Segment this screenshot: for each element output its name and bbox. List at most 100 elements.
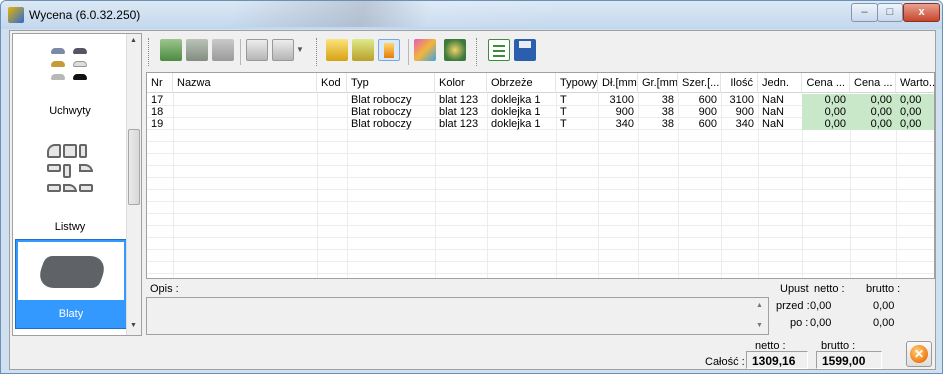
table-cell[interactable]: 38 <box>638 106 678 118</box>
column-header[interactable]: Ilość <box>721 73 758 93</box>
opis-field[interactable] <box>146 297 769 335</box>
table-cell[interactable]: 900 <box>721 106 758 118</box>
column-header[interactable]: Nazwa <box>173 73 317 93</box>
grid-line <box>147 189 934 190</box>
table-cell[interactable]: NaN <box>758 118 802 130</box>
close-button[interactable]: x <box>903 3 940 22</box>
column-header[interactable]: Szer.[... <box>678 73 721 93</box>
table-cell[interactable]: 0,00 <box>850 118 896 130</box>
table-cell[interactable]: 0,00 <box>802 118 850 130</box>
column-header[interactable]: Typowy <box>556 73 598 93</box>
column-header[interactable]: Kod <box>317 73 347 93</box>
table-cell[interactable]: 38 <box>638 94 678 106</box>
toolbar-separator-2 <box>408 39 409 65</box>
table-cell[interactable]: doklejka 1 <box>487 118 556 130</box>
table-cell[interactable] <box>317 94 347 106</box>
toolbar-grip-3[interactable] <box>476 38 479 66</box>
table-cell[interactable]: NaN <box>758 94 802 106</box>
print-menu-icon[interactable] <box>272 39 294 61</box>
column-header[interactable]: Warto... <box>896 73 934 93</box>
column-header[interactable]: Dł.[mm] <box>598 73 638 93</box>
table-cell[interactable]: blat 123 <box>435 118 487 130</box>
checklist-icon[interactable] <box>488 39 510 61</box>
category-palette[interactable]: Uchwyty Listwy Blaty ▲ ▼ <box>12 33 142 336</box>
table-cell[interactable]: 0,00 <box>802 106 850 118</box>
table-cell[interactable]: Blat roboczy <box>347 106 435 118</box>
column-header[interactable]: Typ <box>347 73 435 93</box>
table-cell[interactable] <box>173 94 317 106</box>
table-cell[interactable]: 900 <box>598 106 638 118</box>
table-cell[interactable]: 340 <box>598 118 638 130</box>
table-cell[interactable]: 38 <box>638 118 678 130</box>
colors-icon[interactable] <box>414 39 436 61</box>
column-header[interactable]: Kolor <box>435 73 487 93</box>
toolbar-grip-2[interactable] <box>316 38 319 66</box>
cancel-button[interactable]: ✕ <box>906 341 932 367</box>
column-header[interactable]: Obrzeże <box>487 73 556 93</box>
print-icon[interactable] <box>246 39 268 61</box>
column-header[interactable]: Cena ... <box>850 73 896 93</box>
table-cell[interactable]: 18 <box>147 106 173 118</box>
minimize-button[interactable]: – <box>851 3 878 22</box>
table-cell[interactable]: NaN <box>758 106 802 118</box>
delete-row-icon[interactable] <box>212 39 234 61</box>
table-cell[interactable]: 0,00 <box>896 94 934 106</box>
table-cell[interactable]: 0,00 <box>850 94 896 106</box>
category-uchwyty[interactable]: Uchwyty <box>13 34 127 134</box>
table-cell[interactable]: 17 <box>147 94 173 106</box>
chevron-down-icon[interactable]: ▼ <box>296 45 304 54</box>
table-cell[interactable]: Blat roboczy <box>347 94 435 106</box>
maximize-button[interactable]: □ <box>877 3 903 22</box>
table-row[interactable]: 18 Blat roboczy blat 123 doklejka 1 T 900 38 90… <box>147 106 934 118</box>
items-grid[interactable]: Nr Nazwa Kod Typ Kolor Obrzeże Typowy Dł.[mm] Gr… <box>146 72 935 279</box>
edit-row-icon[interactable] <box>186 39 208 61</box>
opis-scrollbar[interactable]: ▲ ▼ <box>752 298 768 334</box>
grid-line <box>147 249 934 250</box>
table-cell[interactable] <box>173 106 317 118</box>
save-icon[interactable] <box>514 39 536 61</box>
add-row-icon[interactable] <box>160 39 182 61</box>
table-cell[interactable]: Blat roboczy <box>347 118 435 130</box>
table-cell[interactable]: 600 <box>678 118 721 130</box>
scroll-down-icon[interactable]: ▼ <box>130 322 137 329</box>
table-cell[interactable]: T <box>556 118 598 130</box>
column-header[interactable]: Cena ... <box>802 73 850 93</box>
table-row[interactable]: 17 Blat roboczy blat 123 doklejka 1 T 3100 38 6… <box>147 94 934 106</box>
sort-ascending-icon[interactable] <box>352 39 374 61</box>
toolbar: ▼ <box>146 33 935 71</box>
sort-descending-icon[interactable] <box>378 39 400 61</box>
table-cell[interactable]: 0,00 <box>896 118 934 130</box>
table-cell[interactable] <box>173 118 317 130</box>
table-cell[interactable]: 3100 <box>598 94 638 106</box>
table-cell[interactable]: blat 123 <box>435 94 487 106</box>
table-cell[interactable]: 0,00 <box>802 94 850 106</box>
column-header[interactable]: Jedn. <box>758 73 802 93</box>
column-header[interactable]: Nr <box>147 73 173 93</box>
table-cell[interactable]: 0,00 <box>896 106 934 118</box>
table-cell[interactable]: 19 <box>147 118 173 130</box>
table-cell[interactable]: 600 <box>678 94 721 106</box>
scrollbar-thumb[interactable] <box>128 129 140 205</box>
column-header[interactable]: Gr.[mm] <box>638 73 678 93</box>
toolbar-grip[interactable] <box>148 38 151 66</box>
category-listwy[interactable]: Listwy <box>13 144 127 234</box>
table-cell[interactable]: blat 123 <box>435 106 487 118</box>
import-icon[interactable] <box>326 39 348 61</box>
table-cell[interactable]: T <box>556 106 598 118</box>
table-cell[interactable]: doklejka 1 <box>487 106 556 118</box>
table-cell[interactable]: 3100 <box>721 94 758 106</box>
table-cell[interactable]: 340 <box>721 118 758 130</box>
table-cell[interactable]: 0,00 <box>850 106 896 118</box>
table-cell[interactable]: doklejka 1 <box>487 94 556 106</box>
category-blaty[interactable]: Blaty <box>15 239 127 329</box>
table-row[interactable]: 19 Blat roboczy blat 123 doklejka 1 T 340 38 60… <box>147 118 934 130</box>
table-cell[interactable]: 900 <box>678 106 721 118</box>
table-cell[interactable] <box>317 118 347 130</box>
palette-scrollbar[interactable]: ▲ ▼ <box>126 34 141 335</box>
settings-icon[interactable] <box>444 39 466 61</box>
scroll-up-icon[interactable]: ▲ <box>130 37 137 44</box>
table-cell[interactable] <box>317 106 347 118</box>
table-cell[interactable]: T <box>556 94 598 106</box>
scroll-up-icon[interactable]: ▲ <box>756 302 763 309</box>
scroll-down-icon[interactable]: ▼ <box>756 322 763 329</box>
